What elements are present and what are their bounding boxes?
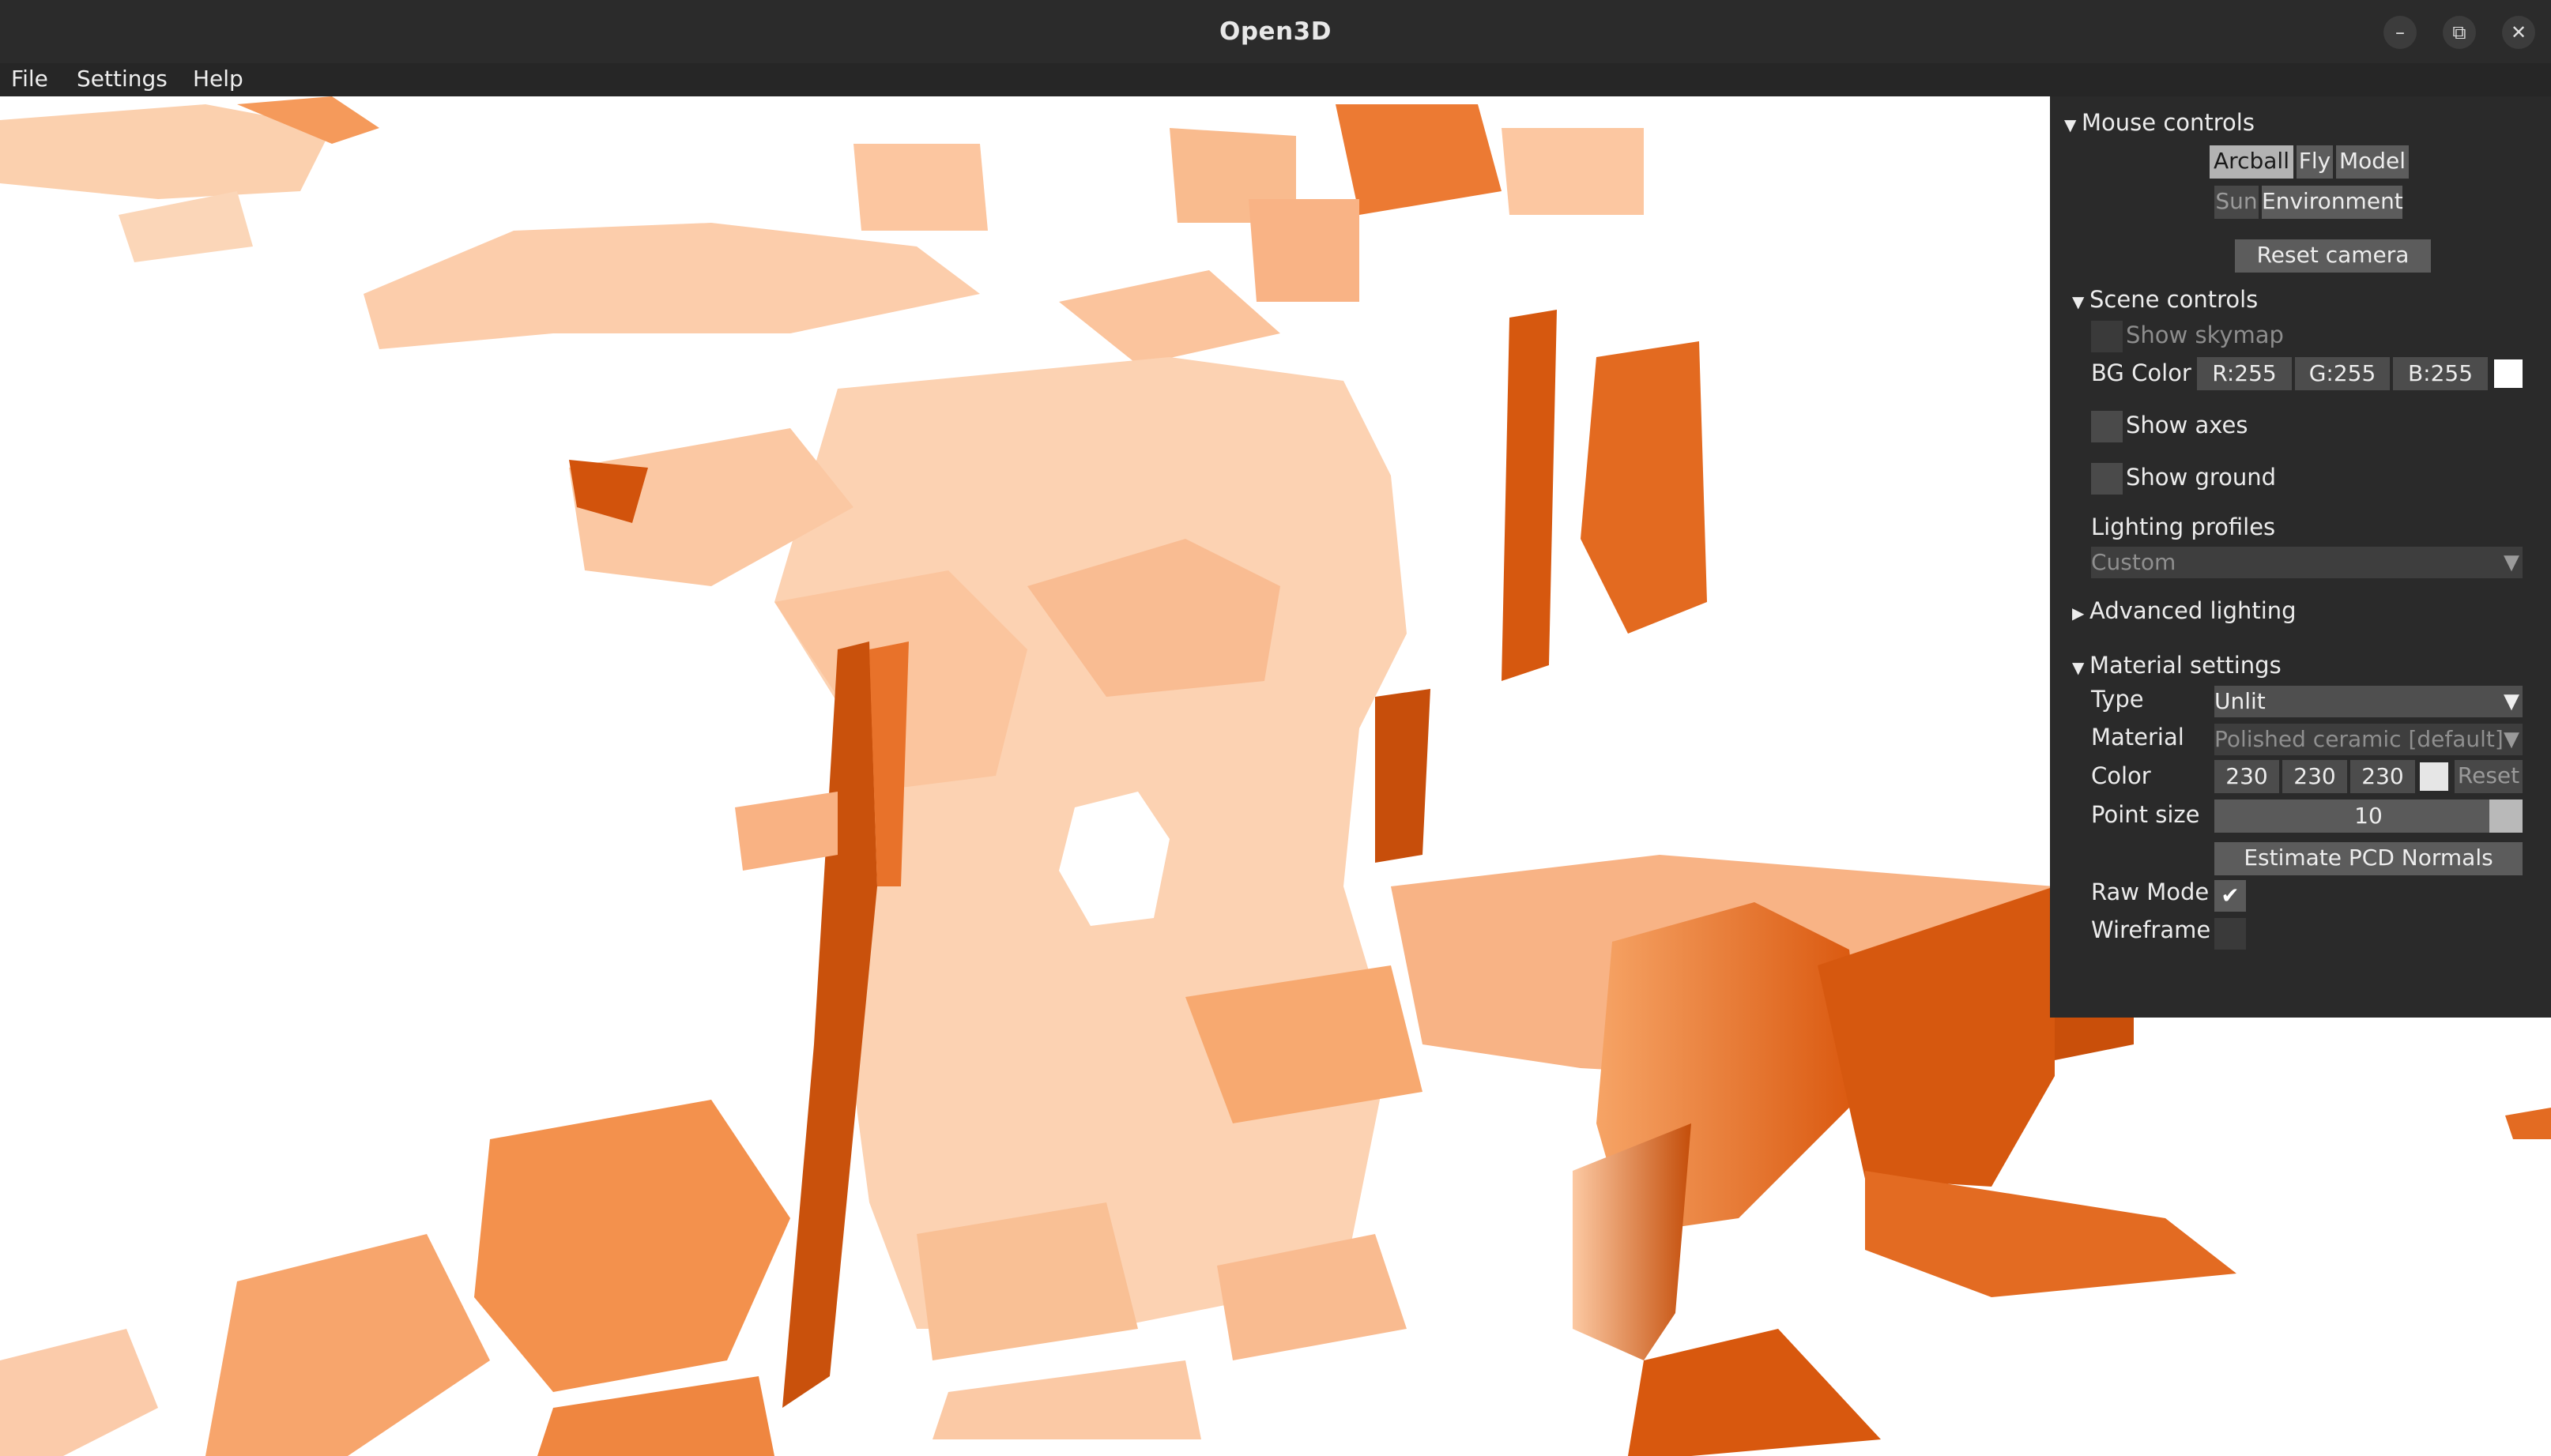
- raw-mode-checkbox[interactable]: ✔: [2214, 880, 2246, 912]
- estimate-pcd-normals-button[interactable]: Estimate PCD Normals: [2214, 842, 2523, 875]
- expanded-triangle-icon: ▼: [2064, 115, 2077, 134]
- bg-color-label: BG Color: [2091, 359, 2191, 386]
- type-label: Type: [2091, 686, 2144, 713]
- menu-file[interactable]: File: [11, 66, 48, 92]
- material-value: Polished ceramic [default]: [2214, 726, 2504, 752]
- type-dropdown[interactable]: Unlit ▼: [2214, 686, 2523, 717]
- sun-button[interactable]: Sun: [2214, 186, 2259, 219]
- mouse-controls-title: Mouse controls: [2082, 109, 2255, 136]
- minimize-button[interactable]: –: [2383, 16, 2417, 49]
- arcball-button[interactable]: Arcball: [2210, 145, 2293, 179]
- show-skymap-label: Show skymap: [2126, 322, 2284, 348]
- close-button[interactable]: ✕: [2502, 16, 2535, 49]
- point-size-slider[interactable]: 10: [2214, 799, 2523, 833]
- lighting-profiles-value: Custom: [2091, 549, 2176, 575]
- show-ground-label: Show ground: [2126, 464, 2277, 491]
- reset-camera-button[interactable]: Reset camera: [2235, 239, 2431, 273]
- advanced-lighting-header[interactable]: ▶ Advanced lighting: [2072, 597, 2297, 624]
- menu-bar: File Settings Help: [0, 63, 2551, 96]
- checkmark-icon: ✔: [2221, 882, 2240, 909]
- dropdown-arrow-icon: ▼: [2504, 690, 2519, 713]
- advanced-lighting-title: Advanced lighting: [2089, 597, 2297, 624]
- collapsed-triangle-icon: ▶: [2072, 604, 2085, 623]
- expanded-triangle-icon: ▼: [2072, 292, 2085, 311]
- model-button[interactable]: Model: [2336, 145, 2409, 179]
- material-dropdown[interactable]: Polished ceramic [default] ▼: [2214, 724, 2523, 755]
- menu-help[interactable]: Help: [193, 66, 243, 92]
- point-size-value: 10: [2354, 803, 2383, 829]
- lighting-profiles-label: Lighting profiles: [2091, 514, 2276, 540]
- material-settings-header[interactable]: ▼ Material settings: [2072, 652, 2282, 679]
- show-skymap-checkbox[interactable]: [2091, 321, 2123, 352]
- maximize-button[interactable]: ⧉: [2443, 16, 2476, 49]
- point-size-slider-handle[interactable]: [2489, 799, 2523, 833]
- lighting-profiles-dropdown[interactable]: Custom ▼: [2091, 547, 2523, 578]
- show-axes-label: Show axes: [2126, 412, 2248, 438]
- wireframe-checkbox[interactable]: [2214, 918, 2246, 950]
- bg-color-swatch[interactable]: [2494, 359, 2523, 388]
- show-ground-checkbox[interactable]: [2091, 463, 2123, 495]
- material-settings-title: Material settings: [2089, 652, 2282, 679]
- mouse-controls-header[interactable]: ▼ Mouse controls: [2064, 109, 2255, 136]
- scene-controls-header[interactable]: ▼ Scene controls: [2072, 286, 2258, 313]
- dropdown-arrow-icon: ▼: [2504, 728, 2519, 751]
- raw-mode-label: Raw Mode: [2091, 878, 2210, 905]
- material-color-swatch[interactable]: [2420, 762, 2448, 791]
- color-label: Color: [2091, 762, 2151, 789]
- menu-settings[interactable]: Settings: [77, 66, 168, 92]
- wireframe-label: Wireframe: [2091, 916, 2211, 943]
- fly-button[interactable]: Fly: [2297, 145, 2333, 179]
- color-b-field[interactable]: 230: [2350, 760, 2415, 793]
- window-title: Open3D: [1219, 17, 1332, 46]
- bg-color-g-field[interactable]: G:255: [2295, 357, 2390, 390]
- expanded-triangle-icon: ▼: [2072, 658, 2085, 677]
- material-label: Material: [2091, 724, 2184, 751]
- dropdown-arrow-icon: ▼: [2504, 551, 2519, 574]
- bg-color-r-field[interactable]: R:255: [2197, 357, 2292, 390]
- point-size-label: Point size: [2091, 801, 2200, 828]
- type-value: Unlit: [2214, 688, 2266, 714]
- title-bar: Open3D – ⧉ ✕: [0, 0, 2551, 63]
- color-g-field[interactable]: 230: [2282, 760, 2347, 793]
- color-reset-button[interactable]: Reset: [2455, 760, 2523, 793]
- settings-panel: ▼ Mouse controls Arcball Fly Model Sun En…: [2050, 96, 2551, 1018]
- bg-color-b-field[interactable]: B:255: [2393, 357, 2488, 390]
- color-r-field[interactable]: 230: [2214, 760, 2279, 793]
- scene-controls-title: Scene controls: [2089, 286, 2259, 313]
- show-axes-checkbox[interactable]: [2091, 411, 2123, 442]
- environment-button[interactable]: Environment: [2262, 186, 2403, 219]
